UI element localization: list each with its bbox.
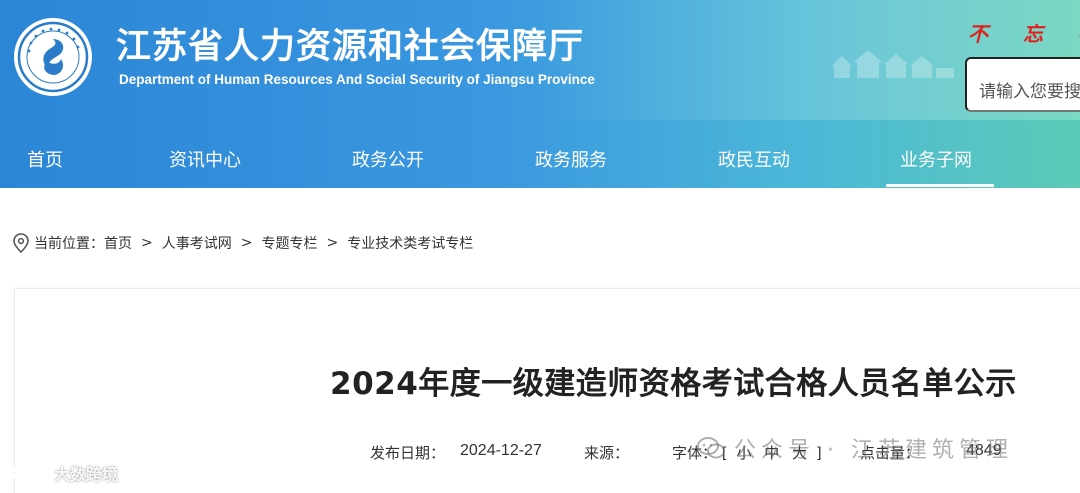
town-skyline-decoration — [832, 50, 954, 78]
breadcrumb-prefix: 当前位置： — [34, 236, 104, 252]
search-input[interactable] — [965, 57, 1080, 112]
breadcrumb-link-exam-site[interactable]: 人事考试网 — [162, 233, 232, 253]
nav-item-home[interactable]: 首页 — [27, 146, 63, 176]
breadcrumb-link-professional-exams[interactable]: 专业技术类考试专栏 — [347, 233, 473, 253]
site-title: 江苏省人力资源和社会保障厅 — [116, 27, 585, 67]
publish-date-label: 发布日期： — [370, 444, 446, 462]
corner-watermark: 大数跨境 — [6, 460, 118, 486]
site-title-english: Department of Human Resources And Social… — [119, 72, 595, 87]
wechat-account-watermark: 公众号 · 江苏建筑管理 — [696, 431, 1013, 465]
breadcrumb-separator: > — [141, 235, 153, 251]
location-pin-icon — [13, 233, 29, 253]
main-nav: 首页 资讯中心 政务公开 政务服务 政民互动 业务子网 — [0, 132, 1080, 188]
department-logo[interactable] — [14, 18, 92, 96]
breadcrumb-link-home[interactable]: 首页 — [104, 233, 132, 253]
nav-active-indicator — [886, 184, 994, 187]
nav-item-news-center[interactable]: 资讯中心 — [169, 146, 241, 176]
slogan-text: 不 忘 初 — [968, 22, 1080, 46]
nav-item-gov-affairs-open[interactable]: 政务公开 — [352, 146, 424, 176]
nav-item-public-interaction[interactable]: 政民互动 — [718, 146, 790, 176]
breadcrumb-separator: > — [240, 235, 253, 251]
article-title: 2024年度一级建造师资格考试合格人员名单公示 — [330, 366, 1017, 402]
publish-date-value: 2024-12-27 — [460, 442, 542, 459]
source-label: 来源： — [584, 444, 630, 462]
wechat-account-name: 公众号 · 江苏建筑管理 — [734, 438, 1013, 463]
nav-item-business-subsites[interactable]: 业务子网 — [900, 146, 972, 176]
wechat-icon — [697, 437, 725, 459]
site-header: 江苏省人力资源和社会保障厅 Department of Human Resour… — [0, 0, 1080, 188]
breadcrumb-separator: > — [326, 235, 339, 251]
breadcrumb: 当前位置： 首页 > 人事考试网 > 专题专栏 > 专业技术类考试专栏 — [12, 232, 473, 254]
nav-item-gov-services[interactable]: 政务服务 — [535, 146, 607, 176]
watermark-brand-text: 大数跨境 — [54, 465, 119, 484]
breadcrumb-link-special-topics[interactable]: 专题专栏 — [261, 233, 317, 253]
watermark-logo-icon — [9, 467, 48, 481]
